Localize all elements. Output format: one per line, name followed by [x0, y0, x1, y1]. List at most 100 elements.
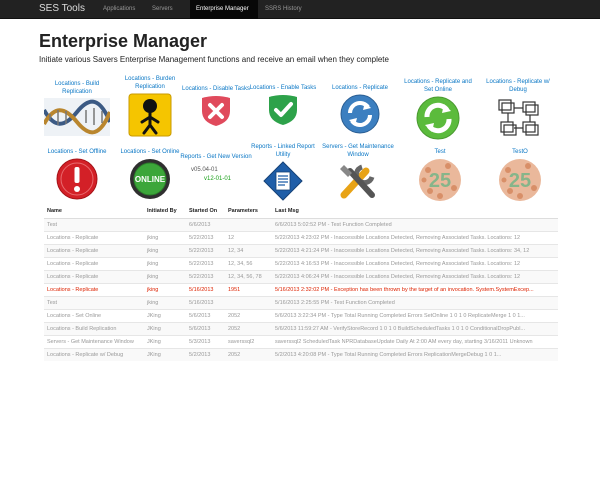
cell-initiated-by: jking	[144, 257, 186, 271]
col-header-name[interactable]: Name	[44, 208, 144, 219]
new-version: v12-01-01	[204, 176, 232, 182]
cell-name: Locations - Replicate	[44, 283, 144, 297]
cell-initiated-by: jking	[144, 296, 186, 310]
tile-label: Locations - Burden Replication	[124, 76, 176, 90]
tile-disable-tasks[interactable]: Locations - Disable Tasks	[179, 85, 253, 127]
tile-replicate[interactable]: Locations - Replicate	[323, 84, 397, 134]
brand-link[interactable]: SES Tools	[39, 3, 85, 14]
nav-link-ssrs-history[interactable]: SSRS History	[260, 0, 320, 19]
table-row[interactable]: Servers - Get Maintenance Window JKing 5/3…	[44, 335, 558, 349]
table-row[interactable]: Test jking 5/16/2013 5/16/2013 2:25:55 PM -…	[44, 296, 558, 310]
debug-boxes-icon	[498, 99, 539, 136]
cell-name: Test	[44, 296, 144, 310]
tile-label: Reports - Get New Version	[180, 154, 252, 160]
cell-last-msg: 5/22/2013 4:21:24 PM - Inaccessible Loca…	[272, 244, 558, 258]
tile-test[interactable]: Test 25	[403, 148, 477, 202]
table-row[interactable]: Locations - Replicate jking 5/22/2013 12, 3…	[44, 257, 558, 271]
tile-enable-tasks[interactable]: Locations - Enable Tasks	[246, 84, 320, 126]
cell-started-on: 5/22/2013	[186, 244, 225, 258]
cell-parameters: 12, 34	[225, 244, 272, 258]
tile-test-o[interactable]: TestO 25	[483, 148, 557, 202]
plate-number: 25	[429, 170, 451, 192]
cell-parameters	[225, 296, 272, 310]
cell-parameters: 2052	[225, 309, 272, 323]
cell-last-msg: 5/22/2013 4:23:02 PM - Inaccessible Loca…	[272, 231, 558, 245]
nav-link-servers[interactable]: Servers	[148, 0, 188, 19]
col-header-last-msg[interactable]: Last Msg	[272, 208, 558, 219]
cell-started-on: 5/6/2013	[186, 309, 225, 323]
tile-label: Test	[434, 149, 446, 155]
old-version: v05.04-01	[191, 167, 218, 173]
tile-replicate-set-online[interactable]: Locations - Replicate and Set Online	[401, 78, 475, 140]
cell-started-on: 5/16/2013	[186, 283, 225, 297]
cell-name: Test	[44, 218, 144, 232]
cell-name: Servers - Get Maintenance Window	[44, 335, 144, 349]
version-text-icon: v05.04-01 v12-01-01	[179, 166, 253, 184]
table-body: Test 6/6/2013 6/6/2013 5:02:52 PM - Test F…	[44, 218, 558, 361]
table-header-row: Name Initiated By Started On Parameters …	[44, 208, 558, 219]
cell-parameters: 1951	[225, 283, 272, 297]
tile-label: Locations - Build Replication	[54, 81, 100, 95]
cell-name: Locations - Replicate w/ Debug	[44, 348, 144, 361]
offline-warning-icon	[56, 158, 98, 200]
cell-initiated-by: jking	[144, 244, 186, 258]
cell-last-msg: 5/16/2013 2:32:02 PM - Exception has bee…	[272, 283, 558, 297]
table-row[interactable]: Locations - Set Online JKing 5/6/2013 2052 5…	[44, 309, 558, 323]
tile-linked-report-utility[interactable]: Reports - Linked Report Utility	[246, 143, 320, 201]
dna-helix-icon	[44, 98, 110, 136]
tile-burden-replication[interactable]: Locations - Burden Replication	[113, 75, 187, 137]
nav-link-applications[interactable]: Applications	[97, 0, 147, 19]
col-header-parameters[interactable]: Parameters	[225, 208, 272, 219]
cell-started-on: 5/3/2013	[186, 335, 225, 349]
col-header-initiated-by[interactable]: Initiated By	[144, 208, 186, 219]
cell-started-on: 5/22/2013	[186, 257, 225, 271]
table-row[interactable]: Locations - Build Replication JKing 5/6/20…	[44, 322, 558, 336]
tile-get-new-version[interactable]: Reports - Get New Version v05.04-01 v12-…	[179, 153, 253, 184]
cell-initiated-by: jking	[144, 270, 186, 284]
table-row[interactable]: Locations - Replicate w/ Debug JKing 5/2/2…	[44, 348, 558, 361]
table-row[interactable]: Locations - Replicate jking 5/22/2013 12, 3…	[44, 244, 558, 258]
table-row[interactable]: Test 6/6/2013 6/6/2013 5:02:52 PM - Test F…	[44, 218, 558, 232]
cell-initiated-by: JKing	[144, 322, 186, 336]
cell-started-on: 5/22/2013	[186, 270, 225, 284]
cell-parameters: 2052	[225, 348, 272, 361]
cell-initiated-by: JKing	[144, 309, 186, 323]
cell-parameters: saverssql2	[225, 335, 272, 349]
table-row[interactable]: Locations - Replicate jking 5/22/2013 12, 3…	[44, 270, 558, 284]
tile-maintenance-window[interactable]: Servers - Get Maintenance Window	[321, 143, 395, 201]
cell-initiated-by	[144, 218, 186, 232]
report-document-icon	[263, 161, 303, 201]
cell-last-msg: 5/6/2013 11:59:27 AM - VerifyStoreRecord…	[272, 322, 558, 336]
cell-last-msg: 5/16/2013 2:25:55 PM - Test Function Com…	[272, 296, 558, 310]
cell-last-msg: 5/2/2013 4:20:08 PM - Type Total Running…	[272, 348, 558, 361]
plate-number: 25	[509, 170, 531, 192]
page-title: Enterprise Manager	[39, 31, 208, 51]
cell-initiated-by: JKing	[144, 348, 186, 361]
history-table: Name Initiated By Started On Parameters …	[44, 208, 558, 361]
cell-parameters: 12, 34, 56, 78	[225, 270, 272, 284]
cell-started-on: 5/6/2013	[186, 322, 225, 336]
cell-initiated-by: JKing	[144, 335, 186, 349]
online-button-icon: ONLINE	[130, 159, 170, 199]
cell-parameters: 2052	[225, 322, 272, 336]
tile-set-online[interactable]: Locations - Set Online ONLINE	[113, 148, 187, 200]
col-header-started-on[interactable]: Started On	[186, 208, 225, 219]
tile-set-offline[interactable]: Locations - Set Offline	[40, 148, 114, 200]
burden-figure-icon	[128, 93, 172, 137]
tools-icon	[340, 164, 375, 199]
tile-label: TestO	[512, 149, 528, 155]
tile-label: Locations - Disable Tasks	[182, 86, 250, 92]
tile-label: Locations - Replicate w/ Debug	[486, 79, 550, 93]
tile-build-replication[interactable]: Locations - Build Replication	[40, 80, 114, 136]
nav-link-enterprise-manager[interactable]: Enterprise Manager	[190, 0, 258, 19]
refresh-arrows-icon	[340, 94, 380, 134]
cell-initiated-by: jking	[144, 231, 186, 245]
table-row[interactable]: Locations - Replicate jking 5/16/2013 1951 5…	[44, 283, 558, 297]
top-navbar: SES Tools Applications Servers Enterpris…	[0, 0, 600, 19]
cell-name: Locations - Replicate	[44, 244, 144, 258]
online-badge-text: ONLINE	[135, 175, 166, 184]
enable-check-icon	[269, 95, 297, 125]
table-row[interactable]: Locations - Replicate jking 5/22/2013 12 5/2…	[44, 231, 558, 245]
tile-label: Reports - Linked Report Utility	[251, 144, 315, 158]
tile-replicate-debug[interactable]: Locations - Replicate w/ Debug	[481, 78, 555, 138]
